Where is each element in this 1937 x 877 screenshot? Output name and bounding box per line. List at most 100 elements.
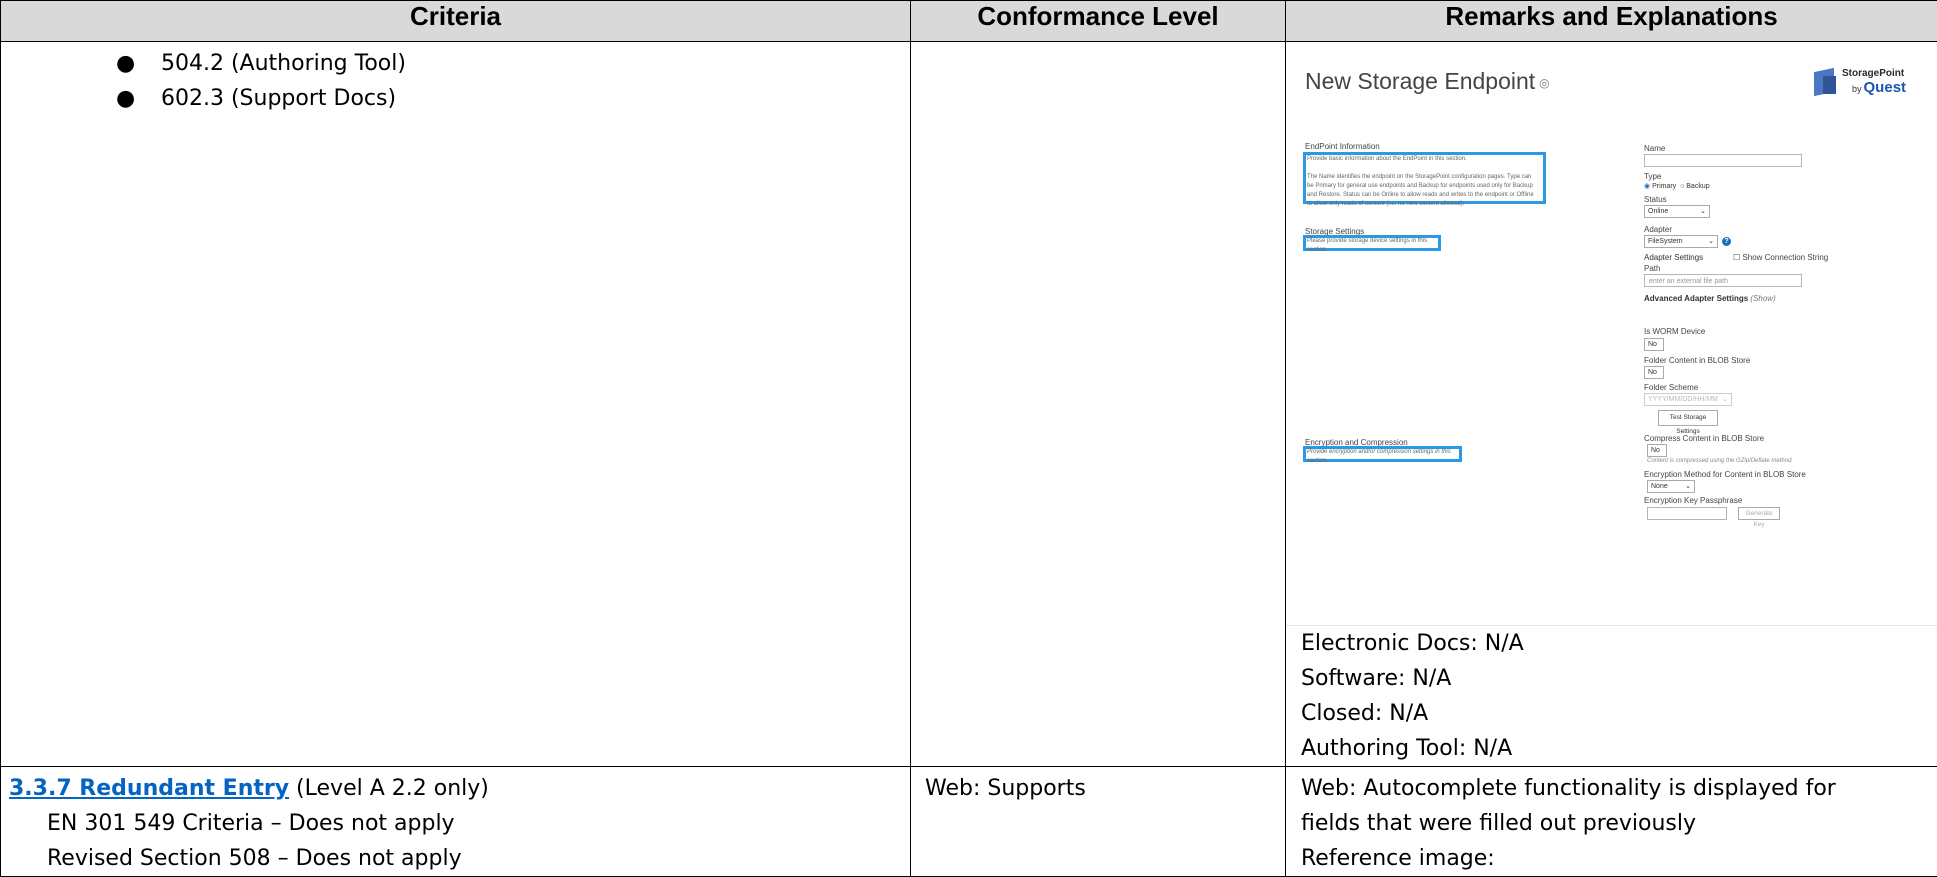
enc-key-label: Encryption Key Passphrase	[1644, 496, 1742, 505]
generate-key-button[interactable]: Generate Key	[1738, 507, 1780, 520]
show-connection-checkbox[interactable]: ☐ Show Connection String	[1733, 253, 1828, 262]
remarks-list: Electronic Docs: N/A Software: N/A Close…	[1286, 626, 1937, 766]
header-remarks: Remarks and Explanations	[1286, 1, 1937, 42]
test-storage-button[interactable]: Test Storage Settings	[1658, 410, 1718, 426]
type-label: Type	[1644, 172, 1661, 181]
folder-content-select[interactable]: No	[1644, 366, 1664, 379]
conformance-cell	[911, 42, 1286, 767]
endpoint-info-desc: Provide basic information about the EndP…	[1307, 155, 1539, 209]
enc-method-value: None	[1651, 483, 1668, 490]
criteria-level: (Level A 2.2 only)	[289, 776, 489, 801]
criteria-cell: ● 504.2 (Authoring Tool) ● 602.3 (Support …	[1, 42, 911, 767]
table-row: 3.3.7 Redundant Entry (Level A 2.2 only)…	[1, 767, 1937, 877]
enc-method-label: Encryption Method for Content in BLOB St…	[1644, 470, 1806, 479]
criteria-list: ● 504.2 (Authoring Tool) ● 602.3 (Support …	[1, 42, 910, 116]
remarks-cell: Web: Autocomplete functionality is displ…	[1286, 767, 1937, 877]
compress-label: Compress Content in BLOB Store	[1644, 434, 1764, 443]
endpoint-info-heading: EndPoint Information	[1305, 142, 1380, 151]
screenshot-title: New Storage Endpoint ◎	[1305, 68, 1550, 95]
help-icon[interactable]: ?	[1722, 237, 1731, 246]
remarks-list: Web: Autocomplete functionality is displ…	[1286, 767, 1937, 876]
advanced-settings-label[interactable]: Advanced Adapter Settings (Show)	[1644, 294, 1776, 303]
worm-value: No	[1648, 341, 1657, 348]
header-criteria: Criteria	[1, 1, 911, 42]
criteria-content: 3.3.7 Redundant Entry (Level A 2.2 only)…	[1, 767, 910, 876]
info-icon: ◎	[1539, 76, 1549, 90]
bullet-icon: ●	[116, 81, 135, 116]
remarks-line: Software: N/A	[1301, 661, 1937, 696]
remarks-line: Authoring Tool: N/A	[1301, 731, 1937, 766]
enc-key-field[interactable]	[1647, 507, 1727, 520]
header-conformance: Conformance Level	[911, 1, 1286, 42]
type-primary-label: Primary	[1652, 183, 1676, 190]
chevron-down-icon: ⌄	[1685, 481, 1691, 493]
list-item: ● 602.3 (Support Docs)	[1, 81, 910, 116]
criteria-cell: 3.3.7 Redundant Entry (Level A 2.2 only)…	[1, 767, 911, 877]
folder-scheme-label: Folder Scheme	[1644, 383, 1698, 392]
checkbox-icon[interactable]: ☐	[1733, 253, 1740, 262]
path-field[interactable]: enter an external file path	[1644, 274, 1802, 287]
name-field[interactable]	[1644, 154, 1802, 167]
chevron-down-icon: ⌄	[1708, 236, 1714, 248]
endpoint-info-desc1: Provide basic information about the EndP…	[1307, 156, 1467, 162]
table-row: ● 504.2 (Authoring Tool) ● 602.3 (Support …	[1, 42, 1937, 767]
logo-quest: byQuest	[1852, 79, 1906, 96]
folder-scheme-select[interactable]: YYYY/MM/DD/HH/MM ⌄	[1644, 393, 1732, 406]
screenshot-title-text: New Storage Endpoint	[1305, 68, 1535, 94]
remarks-line: Web: Autocomplete functionality is displ…	[1301, 771, 1937, 806]
remarks-line: Electronic Docs: N/A	[1301, 626, 1937, 661]
adapter-label: Adapter	[1644, 225, 1672, 234]
endpoint-info-desc2: The Name identifies the endpoint on the …	[1307, 174, 1534, 207]
compress-note: Content is compressed using the GZip/Def…	[1647, 457, 1793, 466]
status-label: Status	[1644, 195, 1667, 204]
reference-screenshot: New Storage Endpoint ◎ StoragePoint byQue…	[1286, 42, 1937, 626]
name-label: Name	[1644, 144, 1665, 153]
advanced-show-link[interactable]: (Show)	[1750, 294, 1775, 303]
radio-primary-icon[interactable]: ◉	[1644, 183, 1650, 190]
vpat-table: Criteria Conformance Level Remarks and E…	[0, 0, 1937, 877]
logo-by: by	[1852, 84, 1862, 94]
adapter-settings-label: Adapter Settings	[1644, 253, 1703, 262]
show-connection-label: Show Connection String	[1742, 253, 1828, 262]
remarks-line: fields that were filled out previously	[1301, 806, 1937, 841]
advanced-label-text: Advanced Adapter Settings	[1644, 294, 1748, 303]
conformance-cell: Web: Supports	[911, 767, 1286, 877]
storagepoint-logo: StoragePoint byQuest	[1814, 66, 1909, 102]
compress-select[interactable]: No	[1647, 444, 1667, 457]
criteria-item: 504.2 (Authoring Tool)	[161, 51, 406, 76]
remarks-line: Reference image:	[1301, 841, 1937, 876]
redundant-entry-link[interactable]: 3.3.7 Redundant Entry	[9, 776, 289, 801]
path-label: Path	[1644, 264, 1660, 273]
remarks-cell: New Storage Endpoint ◎ StoragePoint byQue…	[1286, 42, 1937, 767]
criteria-sub-line: Revised Section 508 – Does not apply	[9, 841, 910, 876]
logo-quest-text: Quest	[1864, 79, 1907, 96]
type-backup-label: Backup	[1686, 183, 1709, 190]
worm-label: Is WORM Device	[1644, 327, 1705, 336]
worm-select[interactable]: No	[1644, 338, 1664, 351]
status-value: Online	[1648, 208, 1668, 215]
chevron-down-icon: ⌄	[1700, 206, 1706, 218]
remarks-line: Closed: N/A	[1301, 696, 1937, 731]
criteria-title-line: 3.3.7 Redundant Entry (Level A 2.2 only)	[9, 771, 910, 806]
compress-value: No	[1651, 447, 1660, 454]
list-item: ● 504.2 (Authoring Tool)	[1, 46, 910, 81]
criteria-sub-line: EN 301 549 Criteria – Does not apply	[9, 806, 910, 841]
enc-method-select[interactable]: None ⌄	[1647, 480, 1695, 493]
criteria-item: 602.3 (Support Docs)	[161, 86, 396, 111]
status-select[interactable]: Online ⌄	[1644, 205, 1710, 218]
encryption-desc: Provide encryption and/or compression se…	[1307, 448, 1467, 466]
chevron-down-icon: ⌄	[1722, 394, 1728, 406]
radio-backup-icon[interactable]: ○	[1680, 183, 1684, 190]
adapter-select[interactable]: FileSystem ⌄	[1644, 235, 1718, 248]
conformance-value: Web: Supports	[911, 767, 1285, 806]
storage-settings-desc: Please provide storage device settings i…	[1307, 237, 1439, 255]
header-row: Criteria Conformance Level Remarks and E…	[1, 1, 1937, 42]
logo-text: StoragePoint	[1842, 68, 1904, 79]
folder-content-value: No	[1648, 369, 1657, 376]
adapter-value: FileSystem	[1648, 238, 1683, 245]
logo-cube-side	[1823, 76, 1836, 94]
bullet-icon: ●	[116, 46, 135, 81]
type-radio-group: ◉ Primary ○ Backup	[1644, 182, 1710, 190]
folder-scheme-value: YYYY/MM/DD/HH/MM	[1648, 396, 1718, 403]
folder-content-label: Folder Content in BLOB Store	[1644, 356, 1750, 365]
